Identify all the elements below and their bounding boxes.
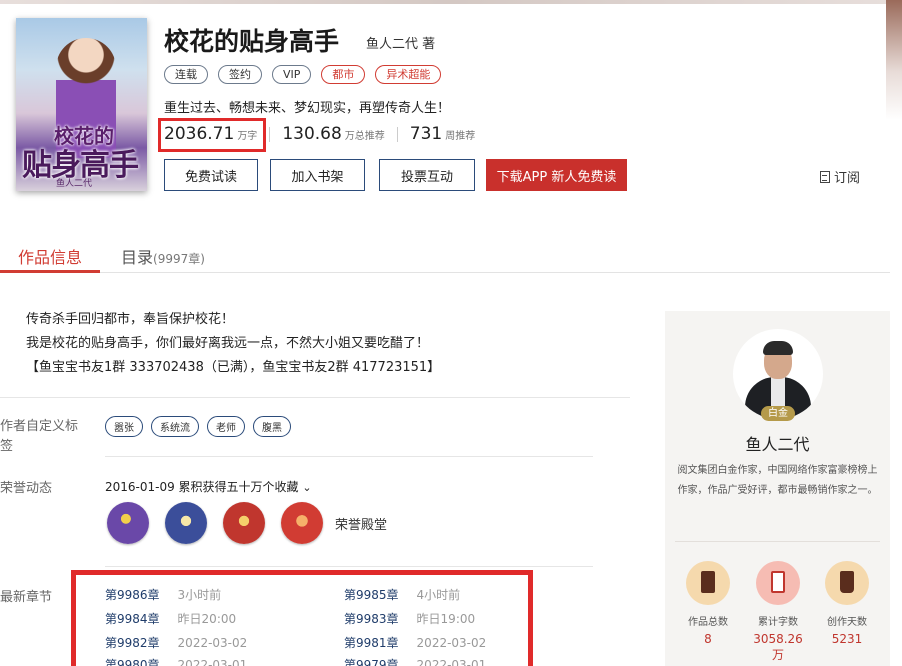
highlight-box-chapters	[71, 570, 533, 666]
avatar-hair	[763, 341, 793, 355]
author-stat-words: 累计字数 3058.26万	[748, 561, 808, 663]
book-description: 传奇杀手回归都市，奉旨保护校花！ 我是校花的贴身高手，你们最好离我远一点，不然大…	[26, 308, 440, 380]
honor-latest[interactable]: 2016-01-09 累积获得五十万个收藏 ⌄	[105, 478, 312, 495]
description-line: 我是校花的贴身高手，你们最好离我远一点，不然大小姐又要吃醋了！	[26, 336, 430, 351]
author-stat-label: 累计字数	[758, 617, 798, 628]
tag-superpower[interactable]: 异术超能	[375, 65, 442, 84]
custom-tag[interactable]: 腹黑	[253, 416, 291, 437]
subscribe-link[interactable]: 订阅	[820, 167, 860, 186]
honor-badge-icon[interactable]	[107, 502, 149, 544]
custom-tags: 嚣张 系统流 老师 腹黑	[105, 416, 291, 437]
document-icon	[756, 561, 800, 605]
description-line: 【鱼宝宝书友1群 333702438（已满），鱼宝宝书友2群 417723151…	[26, 360, 441, 375]
free-read-button[interactable]: 免费试读	[164, 159, 258, 191]
honor-badge-icon[interactable]	[165, 502, 207, 544]
tag-signed: 签约	[218, 65, 262, 84]
cup-icon-shape	[840, 571, 854, 593]
honor-badge-icon[interactable]	[223, 502, 265, 544]
author-stat-label: 作品总数	[688, 617, 728, 628]
custom-tag[interactable]: 系统流	[151, 416, 199, 437]
author-stat-value: 3058.26万	[753, 632, 803, 662]
book-intro: 重生过去、畅想未来、梦幻现实，再塑传奇人生！	[164, 101, 451, 116]
book-tags: 连载 签约 VIP 都市 异术超能	[164, 65, 442, 84]
cover-author: 鱼人二代	[56, 179, 93, 189]
author-bio: 阅文集团白金作家，中国网络作家富豪榜榜上作家，作品广受好评，都市最畅销作家之一。	[677, 465, 878, 496]
total-recommend-unit: 万总推荐	[344, 131, 385, 142]
honor-hall-link[interactable]: 荣誉殿堂	[335, 514, 387, 533]
tab-info[interactable]: 作品信息	[18, 244, 82, 268]
tab-catalog[interactable]: 目录(9997章)	[121, 244, 205, 268]
book-author[interactable]: 鱼人二代 著	[366, 33, 435, 52]
author-stat-days: 创作天数 5231	[817, 561, 877, 646]
book-title: 校花的贴身高手	[164, 27, 340, 56]
author-stat-works: 作品总数 8	[678, 561, 738, 646]
total-recommend: 130.68	[282, 124, 342, 144]
book-icon	[686, 561, 730, 605]
vote-button[interactable]: 投票互动	[379, 159, 475, 191]
document-icon	[820, 170, 830, 183]
tag-serial: 连载	[164, 65, 208, 84]
section-divider	[0, 397, 630, 398]
latest-chapters-label: 最新章节	[0, 590, 53, 605]
active-tab-indicator	[0, 270, 100, 273]
week-recommend-unit: 周推荐	[445, 131, 476, 142]
custom-tags-label: 作者自定义标签	[0, 419, 79, 454]
side-decoration	[886, 0, 902, 120]
section-divider	[105, 566, 593, 567]
tag-urban[interactable]: 都市	[321, 65, 366, 84]
subscribe-label: 订阅	[834, 171, 861, 186]
stat-divider	[269, 126, 271, 142]
tabs-divider	[0, 272, 890, 273]
custom-tag[interactable]: 嚣张	[105, 416, 143, 437]
tab-catalog-count: (9997章)	[153, 252, 205, 266]
chevron-down-icon: ⌄	[302, 481, 312, 494]
tab-catalog-label: 目录	[121, 248, 154, 267]
honor-badges: 荣誉殿堂	[107, 502, 387, 544]
book-cover[interactable]: 校花的 贴身高手 鱼人二代	[16, 18, 147, 191]
top-decoration	[0, 0, 902, 4]
highlight-box-wordcount	[158, 118, 266, 152]
week-recommend: 731	[409, 124, 443, 144]
book-icon-shape	[701, 571, 715, 593]
section-divider	[105, 456, 593, 457]
author-rank-badge: 白金	[761, 406, 795, 421]
honor-badge-icon[interactable]	[281, 502, 323, 544]
document-icon-shape	[771, 571, 785, 593]
author-stat-value: 5231	[831, 632, 863, 646]
card-divider	[675, 541, 880, 542]
download-app-button[interactable]: 下载APP 新人免费读	[486, 159, 627, 191]
author-stat-value: 8	[704, 632, 712, 646]
honor-label: 荣誉动态	[0, 481, 53, 496]
cup-icon	[825, 561, 869, 605]
stat-divider	[396, 126, 398, 142]
author-card: 白金 鱼人二代 阅文集团白金作家，中国网络作家富豪榜榜上作家，作品广受好评，都市…	[665, 311, 890, 666]
tag-vip: VIP	[272, 65, 312, 84]
author-stat-label: 创作天数	[827, 617, 867, 628]
author-name[interactable]: 鱼人二代	[665, 431, 890, 455]
avatar-shirt	[771, 377, 785, 407]
custom-tag[interactable]: 老师	[207, 416, 245, 437]
description-line: 传奇杀手回归都市，奉旨保护校花！	[26, 312, 235, 327]
honor-latest-text: 2016-01-09 累积获得五十万个收藏	[105, 480, 299, 494]
add-shelf-button[interactable]: 加入书架	[270, 159, 365, 191]
